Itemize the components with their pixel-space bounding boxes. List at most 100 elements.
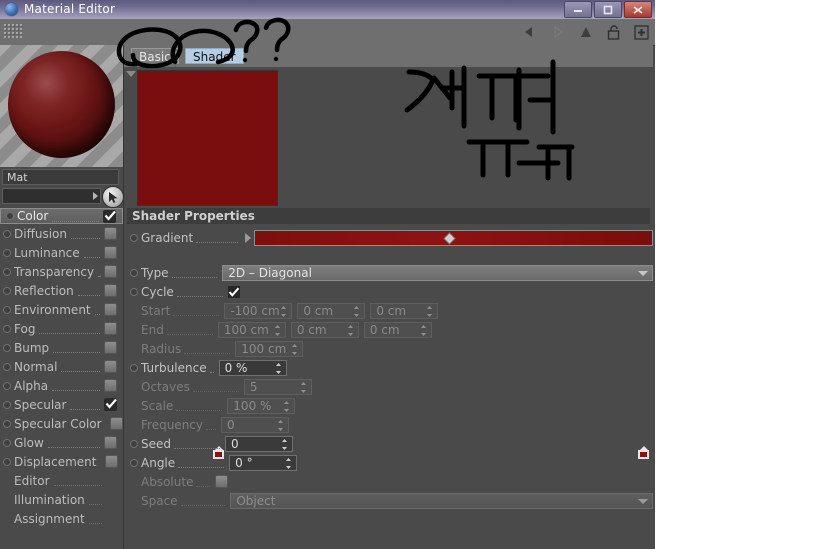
channel-item-assignment[interactable]: Assignment [0,509,123,528]
dotted-leader [47,437,100,448]
material-preview[interactable] [0,45,123,167]
tab-shader[interactable]: Shader [185,48,244,64]
row-absolute: Absolute [124,472,653,491]
material-name-field[interactable]: Mat [2,169,119,185]
channel-checkbox[interactable] [104,303,117,316]
start-x-field[interactable]: -100 cm [224,302,293,319]
channel-item-color[interactable]: Color [0,208,123,224]
channel-item-reflection[interactable]: Reflection [0,281,123,300]
channel-dot-icon[interactable] [3,400,11,409]
channel-label: Reflection [14,283,74,298]
animate-dot-icon[interactable] [130,458,138,467]
animate-dot-icon[interactable] [130,287,138,296]
channel-checkbox[interactable] [104,436,117,449]
channel-dot-icon[interactable] [3,324,11,333]
end-x-field[interactable]: 100 cm [217,321,286,338]
start-y-field[interactable]: 0 cm [297,302,366,319]
toolbar-grip[interactable] [4,24,22,38]
frequency-field[interactable]: 0 [221,416,289,433]
channel-item-displacement[interactable]: Displacement [0,452,123,471]
maximize-button[interactable] [594,1,622,18]
channel-dot-icon[interactable] [3,286,11,295]
label-end: End [141,322,164,337]
row-scale: Scale 100 % [124,396,653,415]
channel-checkbox[interactable] [103,209,116,223]
gradient-expand-icon[interactable] [245,232,252,243]
channel-item-editor[interactable]: Editor [0,471,123,490]
dotted-leader [94,304,100,315]
pick-cursor-button[interactable] [102,186,124,208]
absolute-checkbox[interactable] [215,475,229,488]
octaves-field[interactable]: 5 [243,378,312,395]
channel-item-specular[interactable]: Specular [0,395,123,414]
material-link-field[interactable] [2,188,101,204]
channel-item-illumination[interactable]: Illumination [0,490,123,509]
channel-item-normal[interactable]: Normal [0,357,123,376]
shader-color-swatch[interactable] [137,70,278,206]
channel-checkbox[interactable] [104,379,117,392]
back-arrow-icon[interactable] [520,23,539,42]
channel-checkbox[interactable] [104,265,117,278]
close-button[interactable] [624,1,652,18]
gradient-midpoint-handle[interactable] [444,233,455,243]
channel-item-specular-color[interactable]: Specular Color [0,414,123,433]
channel-checkbox[interactable] [104,227,117,240]
channel-label: Specular Color [14,416,102,431]
channel-checkbox[interactable] [109,417,123,430]
animate-dot-icon[interactable] [130,268,138,277]
forward-arrow-icon[interactable] [548,23,567,42]
channel-item-bump[interactable]: Bump [0,338,123,357]
type-select[interactable]: 2D – Diagonal [222,264,653,281]
space-select[interactable]: Object [230,492,653,509]
channel-label: Environment [14,302,91,317]
channel-dot-icon[interactable] [3,419,11,428]
channel-item-environment[interactable]: Environment [0,300,123,319]
channel-item-glow[interactable]: Glow [0,433,123,452]
channel-dot-icon[interactable] [3,267,11,276]
channel-dot-icon[interactable] [3,305,11,314]
channel-dot-icon[interactable] [3,362,11,371]
channel-checkbox[interactable] [104,360,117,373]
channel-item-diffusion[interactable]: Diffusion [0,224,123,243]
channel-dot-icon[interactable] [3,457,11,466]
angle-field[interactable]: 0 ° [229,454,298,471]
label-radius: Radius [141,341,182,356]
channel-checkbox[interactable] [104,246,117,259]
channel-item-fog[interactable]: Fog [0,319,123,338]
channel-dot-icon[interactable] [3,229,11,238]
turbulence-field[interactable]: 0 % [218,359,287,376]
channel-item-transparency[interactable]: Transparency [0,262,123,281]
start-z-field[interactable]: 0 cm [370,302,439,319]
cycle-checkbox[interactable] [227,285,240,298]
channel-dot-icon[interactable] [3,381,11,390]
seed-field[interactable]: 0 [225,435,293,452]
window-controls [564,1,652,18]
channel-checkbox[interactable] [104,284,117,297]
up-arrow-icon[interactable] [576,23,595,42]
collapse-triangle-icon[interactable] [126,71,136,77]
channel-item-luminance[interactable]: Luminance [0,243,123,262]
animate-dot-icon[interactable] [130,363,138,372]
minimize-button[interactable] [564,1,592,18]
channel-checkbox[interactable] [104,398,117,411]
add-icon[interactable] [632,23,651,42]
lock-open-icon[interactable] [604,23,623,42]
end-z-field[interactable]: 0 cm [363,321,432,338]
channel-checkbox[interactable] [104,322,117,335]
channel-dot-icon[interactable] [3,343,11,352]
end-y-field[interactable]: 0 cm [290,321,359,338]
channel-checkbox[interactable] [104,341,117,354]
channel-dot-icon[interactable] [3,248,11,257]
channel-item-alpha[interactable]: Alpha [0,376,123,395]
channel-dot-icon[interactable] [6,212,14,220]
gradient-bar[interactable] [254,229,653,246]
channel-checkbox[interactable] [104,455,118,468]
tab-basic[interactable]: Basic [131,48,179,64]
animate-dot-icon[interactable] [130,233,138,242]
channel-label: Bump [14,340,50,355]
radius-field[interactable]: 100 cm [235,340,304,357]
channel-dot-icon[interactable] [3,438,11,447]
scale-field[interactable]: 100 % [227,397,296,414]
toolbar-icon-group [520,21,651,43]
animate-dot-icon[interactable] [130,439,138,448]
